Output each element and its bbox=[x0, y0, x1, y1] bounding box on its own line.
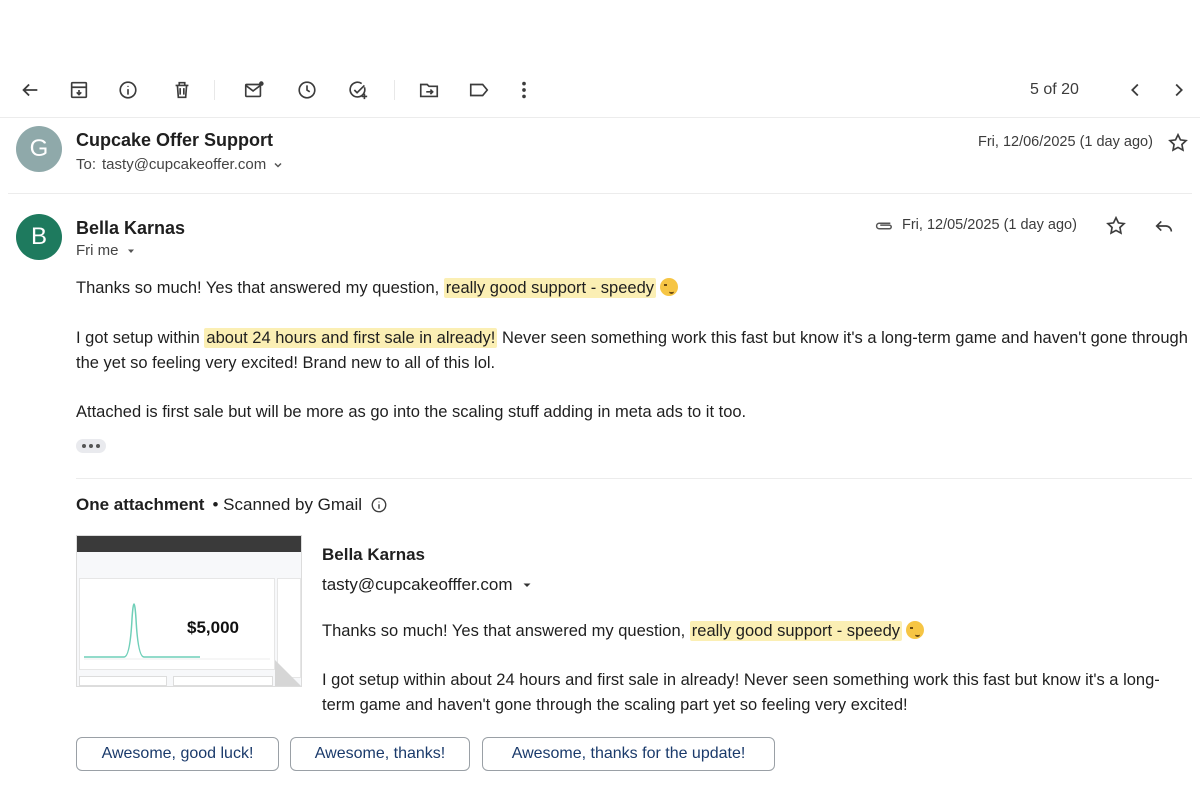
preview-email-line[interactable]: tasty@cupcakeofffer.com bbox=[322, 575, 533, 595]
archive-icon[interactable] bbox=[62, 70, 96, 110]
chevron-right-icon[interactable] bbox=[1161, 70, 1195, 110]
text-segment: I got setup within bbox=[76, 329, 205, 347]
star-icon[interactable] bbox=[1102, 212, 1130, 240]
highlighted-text: really good support - speedy bbox=[443, 278, 657, 298]
info-icon[interactable] bbox=[111, 70, 145, 110]
toolbar-separator bbox=[214, 80, 215, 100]
move-to-folder-icon[interactable] bbox=[412, 70, 446, 110]
smart-reply-button[interactable]: Awesome, thanks for the update! bbox=[482, 737, 775, 771]
attachment-thumbnail[interactable]: $5,000 bbox=[76, 535, 302, 687]
thumbnail-chart-panel bbox=[79, 578, 275, 670]
divider bbox=[0, 117, 1200, 118]
preview-email: tasty@cupcakeofffer.com bbox=[322, 575, 513, 594]
back-arrow-icon[interactable] bbox=[13, 70, 47, 110]
scanned-label: • Scanned by Gmail bbox=[212, 495, 363, 514]
recipient-text: Fri me bbox=[76, 242, 119, 259]
attachment-header: One attachment • Scanned by Gmail bbox=[76, 495, 388, 515]
thumbnail-amount: $5,000 bbox=[187, 618, 239, 637]
attachment-count: One attachment bbox=[76, 495, 205, 514]
add-task-icon[interactable] bbox=[341, 70, 375, 110]
avatar[interactable]: B bbox=[16, 214, 62, 260]
smiling-face-icon bbox=[906, 621, 925, 639]
thumbnail-input bbox=[79, 676, 167, 686]
text-segment: Thanks so much! Yes that answered my que… bbox=[76, 279, 444, 297]
preview-paragraph: I got setup within about 24 hours and fi… bbox=[322, 671, 1160, 714]
label-icon[interactable] bbox=[462, 70, 496, 110]
message-paragraph: Attached is first sale but will be more … bbox=[76, 403, 747, 421]
recipient-line[interactable]: Fri me bbox=[76, 242, 137, 259]
smiling-face-icon bbox=[660, 278, 679, 296]
star-icon[interactable] bbox=[1164, 129, 1192, 157]
toolbar-separator bbox=[394, 80, 395, 100]
pager-count: 5 of 20 bbox=[1030, 81, 1079, 98]
info-icon[interactable] bbox=[370, 496, 388, 514]
highlighted-text: really good support - speedy bbox=[689, 621, 903, 641]
caret-down-icon[interactable] bbox=[521, 579, 533, 591]
highlighted-text: about 24 hours and first sale in already… bbox=[204, 328, 498, 348]
trash-icon[interactable] bbox=[165, 70, 199, 110]
sales-spike-graph bbox=[84, 603, 270, 660]
snooze-clock-icon[interactable] bbox=[290, 70, 324, 110]
toolbar: 5 of 20 bbox=[0, 70, 1200, 112]
thumbnail-topbar bbox=[77, 536, 301, 552]
sender-name: Bella Karnas bbox=[76, 218, 186, 238]
smart-reply-button[interactable]: Awesome, thanks! bbox=[290, 737, 470, 771]
preview-sender-name: Bella Karnas bbox=[322, 545, 425, 564]
preview-paragraph: Thanks so much! Yes that answered my que… bbox=[322, 619, 1192, 644]
to-address: tasty@cupcakeoffer.com bbox=[102, 156, 267, 173]
message-paragraph: Thanks so much! Yes that answered my que… bbox=[76, 276, 1190, 301]
mark-unread-icon[interactable] bbox=[237, 70, 271, 110]
reply-icon[interactable] bbox=[1150, 212, 1178, 240]
message-paragraph: I got setup within about 24 hours and fi… bbox=[76, 326, 1190, 376]
avatar[interactable]: G bbox=[16, 126, 62, 172]
attachment-clip-icon bbox=[869, 212, 897, 240]
to-label: To: bbox=[76, 156, 97, 173]
sender-name: Cupcake Offer Support bbox=[76, 130, 274, 150]
caret-down-icon[interactable] bbox=[125, 245, 137, 257]
message-date: Fri, 12/05/2025 (1 day ago) bbox=[902, 217, 1077, 233]
smart-reply-button[interactable]: Awesome, good luck! bbox=[76, 737, 279, 771]
text-segment: Thanks so much! Yes that answered my que… bbox=[322, 622, 690, 640]
more-vert-icon[interactable] bbox=[507, 70, 541, 110]
chevron-left-icon[interactable] bbox=[1119, 70, 1153, 110]
divider bbox=[76, 478, 1192, 479]
message-date: Fri, 12/06/2025 (1 day ago) bbox=[978, 134, 1153, 150]
divider bbox=[8, 193, 1192, 194]
recipient-line[interactable]: To: tasty@cupcakeoffer.com bbox=[76, 156, 284, 173]
chevron-down-icon[interactable] bbox=[272, 159, 284, 171]
thumbnail-input bbox=[173, 676, 273, 686]
show-trimmed-content-button[interactable] bbox=[76, 439, 106, 453]
page-fold-corner bbox=[275, 660, 301, 686]
